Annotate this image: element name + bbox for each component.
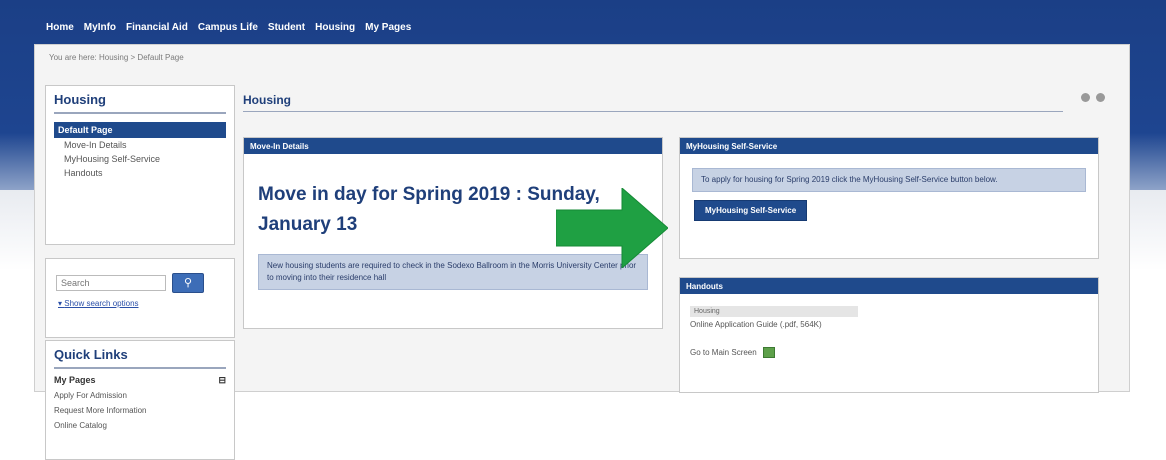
top-navigation: Home MyInfo Financial Aid Campus Life St… [46,22,411,38]
quick-links-heading: My Pages ⊟ [54,369,226,388]
nav-myinfo[interactable]: MyInfo [84,22,116,38]
nav-financial-aid[interactable]: Financial Aid [126,22,188,38]
housing-nav-title: Housing [54,92,226,114]
nav-item-handouts[interactable]: Handouts [54,166,226,180]
myhousing-panel: MyHousing Self-Service To apply for hous… [679,137,1099,259]
search-button[interactable]: ⚲ [172,273,204,293]
print-icon[interactable] [1096,93,1105,102]
myhousing-self-service-button[interactable]: MyHousing Self-Service [694,200,808,221]
handouts-panel: Handouts Housing Online Application Guid… [679,277,1099,393]
myhousing-instructions: To apply for housing for Spring 2019 cli… [692,168,1086,192]
triangle-icon: ▾ [58,299,63,308]
nav-student[interactable]: Student [268,22,305,38]
housing-nav-box: Housing Default Page Move-In Details MyH… [45,85,235,245]
online-application-guide-link[interactable]: Online Application Guide (.pdf, 564K) [690,320,1088,329]
nav-item-move-in-details[interactable]: Move-In Details [54,138,226,152]
nav-item-myhousing[interactable]: MyHousing Self-Service [54,152,226,166]
search-input[interactable] [56,275,166,291]
quick-link-apply[interactable]: Apply For Admission [54,388,226,403]
collapse-icon[interactable]: ⊟ [218,375,226,386]
search-box: ⚲ ▾ Show search options [45,258,235,338]
title-icons [1081,93,1105,102]
search-options-label: Show search options [64,299,139,308]
move-in-details-header: Move-In Details [244,138,662,154]
my-pages-label: My Pages [54,375,96,385]
nav-home[interactable]: Home [46,22,74,38]
screen-icon [762,347,775,358]
quick-links-title: Quick Links [54,347,226,369]
main-screen-label: Go to Main Screen [690,348,757,357]
nav-campus-life[interactable]: Campus Life [198,22,258,38]
quick-link-request-info[interactable]: Request More Information [54,403,226,418]
nav-my-pages[interactable]: My Pages [365,22,411,38]
breadcrumb: You are here: Housing > Default Page [49,53,184,62]
green-arrow-icon [556,188,668,268]
handouts-header: Handouts [680,278,1098,294]
quick-link-catalog[interactable]: Online Catalog [54,418,226,433]
myhousing-header: MyHousing Self-Service [680,138,1098,154]
page-title: Housing [243,93,1063,112]
handouts-category-label: Housing [690,306,858,317]
show-search-options-link[interactable]: ▾ Show search options [58,299,139,308]
help-icon[interactable] [1081,93,1090,102]
quick-links-box: Quick Links My Pages ⊟ Apply For Admissi… [45,340,235,460]
nav-housing[interactable]: Housing [315,22,355,38]
nav-item-default-page[interactable]: Default Page [54,122,226,138]
search-icon: ⚲ [183,277,193,289]
go-to-main-screen-link[interactable]: Go to Main Screen [690,347,1088,358]
